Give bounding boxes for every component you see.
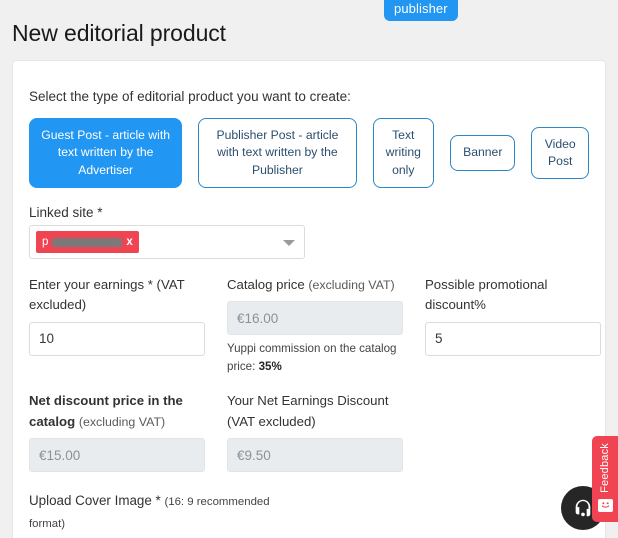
catalog-price-label: Catalog price (excluding VAT) (227, 275, 401, 295)
upload-cover-image-label: Upload Cover Image * (16: 9 recommended … (29, 490, 294, 533)
linked-site-select[interactable]: p x (29, 225, 305, 259)
page-title: New editorial product (12, 20, 226, 46)
net-discount-price-label-dim: (excluding VAT) (78, 414, 166, 429)
net-discount-price-group: Net discount price in the catalog (exclu… (29, 391, 227, 473)
net-earnings-discount-value (227, 438, 403, 473)
earnings-label: Enter your earnings * (VAT excluded) (29, 275, 203, 316)
earnings-input[interactable] (29, 321, 205, 356)
feedback-tab-label: Feedback (599, 443, 611, 493)
earnings-label-line2: excluded) (29, 297, 87, 313)
catalog-price-value (227, 301, 403, 336)
promo-discount-label-line2: discount% (425, 297, 486, 313)
type-section-label: Select the type of editorial product you… (29, 89, 351, 104)
earnings-label-line1: Enter your earnings * (VAT (29, 277, 185, 292)
chevron-down-icon[interactable] (283, 240, 295, 246)
net-earnings-discount-label-line2: (VAT excluded) (227, 413, 316, 429)
linked-site-chip-remove-icon[interactable]: x (126, 236, 132, 248)
product-type-options: Guest Post - article with text written b… (29, 117, 589, 189)
promo-discount-group: Possible promotional discount% (425, 275, 601, 375)
catalog-price-group: Catalog price (excluding VAT) Yuppi comm… (227, 275, 425, 375)
linked-site-chip-prefix: p (42, 236, 49, 248)
upload-cover-image-label-main: Upload Cover Image * (29, 493, 165, 509)
linked-site-chip[interactable]: p x (36, 231, 139, 253)
net-earnings-discount-label: Your Net Earnings Discount (VAT excluded… (227, 391, 401, 432)
commission-helper-value: 35% (258, 359, 282, 373)
smiley-icon (597, 498, 613, 512)
catalog-price-label-main: Catalog price (227, 277, 305, 292)
net-discount-price-label-line1: Net discount price in the (29, 393, 183, 409)
feedback-tab[interactable]: Feedback (592, 436, 618, 522)
headset-icon (575, 499, 591, 517)
promo-discount-input[interactable] (425, 321, 601, 356)
publisher-badge: publisher (384, 0, 458, 21)
type-option-video-post[interactable]: Video Post (531, 126, 589, 180)
linked-site-chip-redacted-name (52, 237, 123, 247)
linked-site-label: Linked site * (29, 205, 103, 220)
net-discount-price-label-line2: catalog (29, 413, 76, 429)
promo-discount-label-line1: Possible promotional (425, 277, 548, 292)
pricing-row-1: Enter your earnings * (VAT excluded) Cat… (29, 275, 601, 375)
new-editorial-product-card: Select the type of editorial product you… (12, 60, 606, 538)
promo-discount-label: Possible promotional discount% (425, 275, 601, 316)
net-discount-price-label: Net discount price in the catalog (exclu… (29, 391, 203, 432)
net-earnings-discount-group: Your Net Earnings Discount (VAT excluded… (227, 391, 425, 473)
type-option-banner[interactable]: Banner (450, 135, 516, 171)
type-option-text-writing-only[interactable]: Text writing only (372, 118, 435, 188)
commission-helper-prefix: Yuppi commission on the catalog price: (227, 342, 397, 373)
earnings-group: Enter your earnings * (VAT excluded) (29, 275, 227, 375)
commission-helper-text: Yuppi commission on the catalog price: 3… (227, 340, 403, 375)
pricing-row-2: Net discount price in the catalog (exclu… (29, 391, 589, 473)
type-option-guest-post[interactable]: Guest Post - article with text written b… (29, 118, 183, 188)
linked-site-group: Linked site * p x (29, 205, 589, 259)
catalog-price-label-dim: (excluding VAT) (308, 278, 395, 292)
net-discount-price-value (29, 438, 205, 473)
type-option-publisher-post[interactable]: Publisher Post - article with text writt… (198, 118, 357, 188)
pricing-row-2-spacer (425, 391, 589, 472)
net-earnings-discount-label-line1: Your Net Earnings Discount (227, 393, 389, 409)
